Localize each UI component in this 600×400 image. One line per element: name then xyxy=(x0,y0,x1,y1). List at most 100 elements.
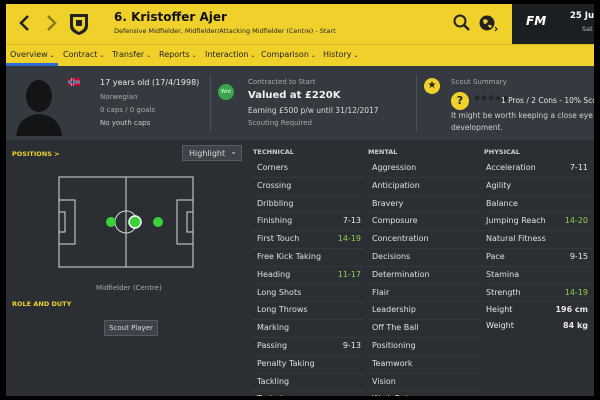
attribute-name: Technique xyxy=(257,391,297,396)
technical-attribute-row[interactable]: Corners xyxy=(253,160,365,178)
physical-attribute-row[interactable]: Pace 9-15 xyxy=(482,249,592,267)
technical-attribute-row[interactable]: Tackling xyxy=(253,374,365,392)
tab-comparison[interactable]: Comparison ⌄ xyxy=(261,50,316,59)
mental-attribute-row[interactable]: Flair xyxy=(368,285,480,303)
mental-attribute-row[interactable]: Teamwork xyxy=(368,356,480,374)
question-mark-icon: ? xyxy=(451,92,469,110)
attribute-name: Dribbling xyxy=(257,198,294,208)
attribute-value: 7-11 xyxy=(569,163,588,172)
chevron-down-icon: ⌄ xyxy=(99,52,105,59)
physical-attribute-row[interactable]: Strength 14-19 xyxy=(482,285,592,303)
mental-attribute-row[interactable]: Determination xyxy=(368,267,480,285)
tab-interaction[interactable]: Interaction ⌄ xyxy=(205,50,255,59)
pitch-left-box xyxy=(58,199,76,245)
height-row: Height 196 cm xyxy=(482,302,592,318)
physical-attribute-row[interactable]: Jumping Reach 14-20 xyxy=(482,213,592,232)
globe-icon[interactable] xyxy=(478,13,498,33)
attribute-name: Heading xyxy=(257,269,291,279)
game-menu[interactable]: FM 25 Jul Sat xyxy=(512,4,594,44)
contract-wage: Earning £500 p/w until 31/12/2017 xyxy=(248,106,379,115)
tab-transfer[interactable]: Transfer ⌄ xyxy=(112,50,151,59)
scout-pros-cons[interactable]: 1 Pros / 2 Cons - 10% Scoute xyxy=(501,96,594,105)
mental-attribute-row[interactable]: Off The Ball xyxy=(368,320,480,338)
attribute-name: Crossing xyxy=(257,180,292,190)
position-dot-mc-selected xyxy=(128,215,142,229)
forward-button[interactable] xyxy=(40,12,62,34)
tab-reports-label: Reports xyxy=(159,50,190,59)
technical-attribute-row[interactable]: Penalty Taking xyxy=(253,356,365,374)
mental-attribute-row[interactable]: Bravery xyxy=(368,196,480,214)
position-dot-amc xyxy=(153,217,163,227)
attribute-name: Penalty Taking xyxy=(257,358,315,368)
chevron-down-icon: ⌄ xyxy=(310,52,316,59)
tab-history[interactable]: History ⌄ xyxy=(323,50,359,59)
back-button[interactable] xyxy=(14,12,36,34)
scout-player-button[interactable]: Scout Player xyxy=(104,320,158,336)
position-dot-dm xyxy=(106,217,116,227)
tab-contract[interactable]: Contract ⌄ xyxy=(63,50,104,59)
attribute-value: 14-19 xyxy=(337,234,361,244)
physical-attribute-row[interactable]: Balance xyxy=(482,196,592,214)
technical-attribute-row[interactable]: Crossing xyxy=(253,178,365,196)
technical-attribute-row[interactable]: Passing 9-13 xyxy=(253,338,365,356)
physical-measurements: Height 196 cm Weight 84 kg xyxy=(482,302,592,334)
tab-overview[interactable]: Overview ⌄ xyxy=(10,50,55,59)
mental-header: MENTAL xyxy=(368,148,398,156)
attribute-name: Agility xyxy=(486,180,512,190)
mental-attribute-row[interactable]: Work Rate xyxy=(368,391,480,396)
player-silhouette-icon xyxy=(16,80,62,136)
attribute-name: Teamwork xyxy=(372,358,413,368)
technical-attribute-row[interactable]: Long Shots xyxy=(253,285,365,303)
technical-attribute-row[interactable]: First Touch 14-19 xyxy=(253,231,365,249)
club-badge-icon[interactable] xyxy=(68,12,90,36)
attribute-name: Natural Fitness xyxy=(486,234,546,244)
attribute-name: Concentration xyxy=(372,234,429,244)
player-value: Valued at £220K xyxy=(248,90,341,101)
attribute-name: Work Rate xyxy=(372,391,413,396)
attribute-name: Acceleration xyxy=(486,163,536,172)
mental-attribute-row[interactable]: Leadership xyxy=(368,302,480,321)
player-positions-subtitle: Defensive Midfielder, Midfielder/Attacki… xyxy=(114,27,336,35)
technical-attributes: Corners Crossing Dribbling Finishing 7-13 Fir… xyxy=(253,160,365,396)
role-duty-label: ROLE AND DUTY xyxy=(12,300,72,308)
technical-attribute-row[interactable]: Finishing 7-13 xyxy=(253,213,365,232)
technical-header: TECHNICAL xyxy=(253,148,294,156)
mental-attribute-row[interactable]: Composure xyxy=(368,213,480,232)
divider xyxy=(210,74,211,132)
mental-attribute-row[interactable]: Anticipation xyxy=(368,178,480,196)
highlight-dropdown[interactable]: Highlight ⌄ xyxy=(182,145,242,161)
mental-attribute-row[interactable]: Aggression xyxy=(368,160,480,178)
tab-comparison-label: Comparison xyxy=(261,50,309,59)
physical-attribute-row[interactable]: Agility xyxy=(482,178,592,196)
technical-attribute-row[interactable]: Heading 11-17 xyxy=(253,267,365,285)
mental-attribute-row[interactable]: Concentration xyxy=(368,231,480,249)
tab-bar: Overview ⌄ Contract ⌄ Transfer ⌄ Reports ⌄ I… xyxy=(6,44,594,67)
search-icon[interactable] xyxy=(452,13,472,33)
weight-label: Weight xyxy=(486,321,514,330)
attribute-name: Leadership xyxy=(372,305,416,315)
attribute-value: 14-19 xyxy=(564,287,588,297)
technical-attribute-row[interactable]: Long Throws xyxy=(253,302,365,321)
technical-attribute-row[interactable]: Technique xyxy=(253,391,365,396)
technical-attribute-row[interactable]: Dribbling xyxy=(253,196,365,214)
attribute-name: Tackling xyxy=(257,376,290,386)
chevron-down-icon: ⌄ xyxy=(250,52,256,59)
tab-reports[interactable]: Reports ⌄ xyxy=(159,50,197,59)
attribute-name: Off The Ball xyxy=(372,323,419,333)
player-caps: 0 caps / 0 goals xyxy=(100,106,156,114)
technical-attribute-row[interactable]: Marking xyxy=(253,320,365,338)
game-date: 25 Jul xyxy=(570,11,594,21)
physical-attribute-row[interactable]: Stamina xyxy=(482,267,592,285)
attribute-name: Corners xyxy=(257,163,289,172)
mental-attribute-row[interactable]: Vision xyxy=(368,374,480,392)
mental-attribute-row[interactable]: Decisions xyxy=(368,249,480,267)
technical-attribute-row[interactable]: Free Kick Taking xyxy=(253,249,365,267)
attribute-name: Free Kick Taking xyxy=(257,251,322,261)
physical-header: PHYSICAL xyxy=(484,148,520,156)
attribute-name: Composure xyxy=(372,216,418,226)
mental-attribute-row[interactable]: Positioning xyxy=(368,338,480,356)
positions-label[interactable]: POSITIONS > xyxy=(12,150,60,158)
physical-attribute-row[interactable]: Natural Fitness xyxy=(482,231,592,249)
attribute-value: 9-13 xyxy=(342,340,361,350)
physical-attribute-row[interactable]: Acceleration 7-11 xyxy=(482,160,592,178)
